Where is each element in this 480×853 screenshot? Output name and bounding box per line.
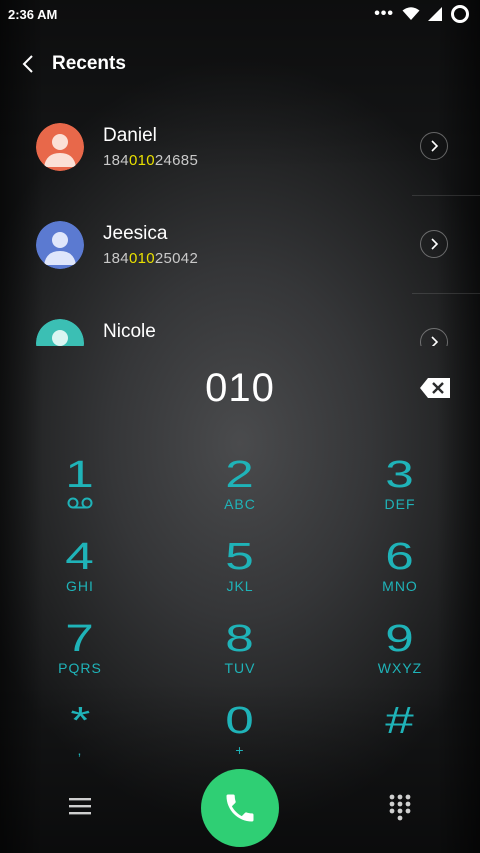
contact-detail-button[interactable] bbox=[420, 328, 448, 346]
header: Recents bbox=[0, 44, 480, 84]
dialpad-icon bbox=[389, 794, 411, 821]
wifi-icon bbox=[402, 7, 420, 20]
key-6[interactable]: 6 MNO bbox=[340, 538, 460, 608]
bottom-bar bbox=[0, 768, 480, 848]
dialpad-toggle-button[interactable] bbox=[388, 794, 412, 822]
key-hash[interactable]: # bbox=[340, 702, 460, 772]
call-button[interactable] bbox=[201, 769, 279, 847]
backspace-icon bbox=[420, 378, 450, 398]
key-9[interactable]: 9 WXYZ bbox=[340, 620, 460, 690]
contact-name: Nicole bbox=[103, 321, 156, 342]
signal-icon bbox=[428, 7, 442, 21]
key-3[interactable]: 3 DEF bbox=[340, 456, 460, 526]
more-dots-icon: ••• bbox=[374, 5, 394, 22]
contact-number: 18401024685 bbox=[103, 152, 199, 169]
key-1[interactable]: 1 bbox=[20, 456, 140, 526]
chevron-right-icon bbox=[431, 336, 439, 346]
key-2[interactable]: 2 ABC bbox=[180, 456, 300, 526]
back-button[interactable] bbox=[8, 44, 48, 84]
recents-list: Daniel 18401024685 Jeesica 18401025042 N… bbox=[0, 98, 480, 346]
avatar bbox=[36, 319, 84, 346]
list-item[interactable]: Nicole bbox=[0, 294, 480, 346]
avatar bbox=[36, 123, 84, 171]
chevron-left-icon bbox=[22, 55, 33, 73]
contact-detail-button[interactable] bbox=[420, 132, 448, 160]
list-item[interactable]: Jeesica 18401025042 bbox=[0, 196, 480, 294]
list-item[interactable]: Daniel 18401024685 bbox=[0, 98, 480, 196]
chevron-right-icon bbox=[431, 140, 439, 152]
key-5[interactable]: 5 JKL bbox=[180, 538, 300, 608]
status-bar: 2:36 AM ••• bbox=[0, 0, 480, 28]
key-0[interactable]: 0 + bbox=[180, 702, 300, 772]
key-4[interactable]: 4 GHI bbox=[20, 538, 140, 608]
key-8[interactable]: 8 TUV bbox=[180, 620, 300, 690]
voicemail-icon bbox=[67, 497, 93, 509]
page-title: Recents bbox=[52, 53, 126, 74]
status-time: 2:36 AM bbox=[8, 6, 58, 22]
contact-name: Jeesica bbox=[103, 223, 168, 244]
contact-detail-button[interactable] bbox=[420, 230, 448, 258]
menu-button[interactable] bbox=[68, 796, 92, 816]
key-star[interactable]: * , bbox=[20, 702, 140, 772]
chevron-right-icon bbox=[431, 238, 439, 250]
avatar bbox=[36, 221, 84, 269]
status-icons: ••• bbox=[374, 4, 470, 24]
battery-ring-icon bbox=[451, 5, 469, 23]
dialed-number-display: 010 bbox=[205, 366, 275, 410]
contact-name: Daniel bbox=[103, 125, 157, 146]
key-7[interactable]: 7 PQRS bbox=[20, 620, 140, 690]
backspace-button[interactable] bbox=[419, 377, 451, 399]
contact-number: 18401025042 bbox=[103, 250, 199, 267]
menu-icon bbox=[69, 798, 91, 815]
phone-icon bbox=[226, 794, 254, 822]
